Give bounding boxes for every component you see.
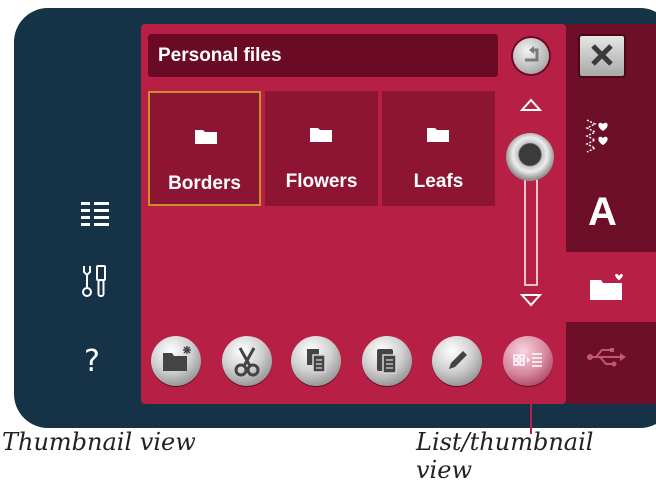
folder-item-leafs[interactable]: Leafs [382, 91, 495, 206]
list-thumbnail-view-caption: List/thumbnail view [416, 428, 594, 484]
folder-title: Personal files [148, 34, 498, 77]
copy-icon [307, 349, 326, 373]
rename-button[interactable] [432, 336, 482, 386]
folder-item-borders[interactable]: Borders [148, 91, 261, 206]
stitch-menu-tab-icon[interactable] [583, 116, 613, 156]
cut-button[interactable] [222, 336, 272, 386]
tools-icon[interactable] [80, 264, 110, 298]
scroll-down-arrow-icon[interactable] [520, 293, 542, 307]
pencil-icon [449, 351, 467, 369]
folder-icon [195, 130, 217, 144]
new-folder-button[interactable] [151, 336, 201, 386]
menu-list-icon[interactable] [80, 200, 110, 228]
copy-button[interactable] [291, 336, 341, 386]
folder-label: Flowers [285, 171, 358, 192]
cut-icon [234, 347, 260, 377]
scrollbar-thumb[interactable] [506, 133, 554, 181]
paste-button[interactable] [362, 336, 412, 386]
folder-heart-tab-icon [590, 272, 624, 300]
usb-tab-icon[interactable] [586, 346, 626, 368]
list-thumbnail-view-button[interactable] [503, 336, 553, 386]
close-icon [591, 44, 613, 66]
new-folder-icon [163, 346, 191, 371]
up-folder-button[interactable] [513, 38, 549, 74]
thumbnail-view-caption: Thumbnail view [2, 428, 196, 456]
close-button[interactable] [578, 34, 626, 78]
font-tab-icon[interactable]: A [588, 192, 617, 232]
paste-icon [377, 349, 397, 374]
folder-item-flowers[interactable]: Flowers [265, 91, 378, 206]
scroll-up-arrow-icon[interactable] [520, 98, 542, 112]
folder-icon [310, 128, 332, 142]
up-folder-icon [525, 46, 539, 62]
list-thumbnail-icon [513, 353, 542, 367]
folder-label: Borders [168, 173, 241, 194]
folder-label: Leafs [413, 171, 464, 192]
folder-icon [427, 128, 449, 142]
help-icon[interactable]: ? [84, 345, 100, 379]
